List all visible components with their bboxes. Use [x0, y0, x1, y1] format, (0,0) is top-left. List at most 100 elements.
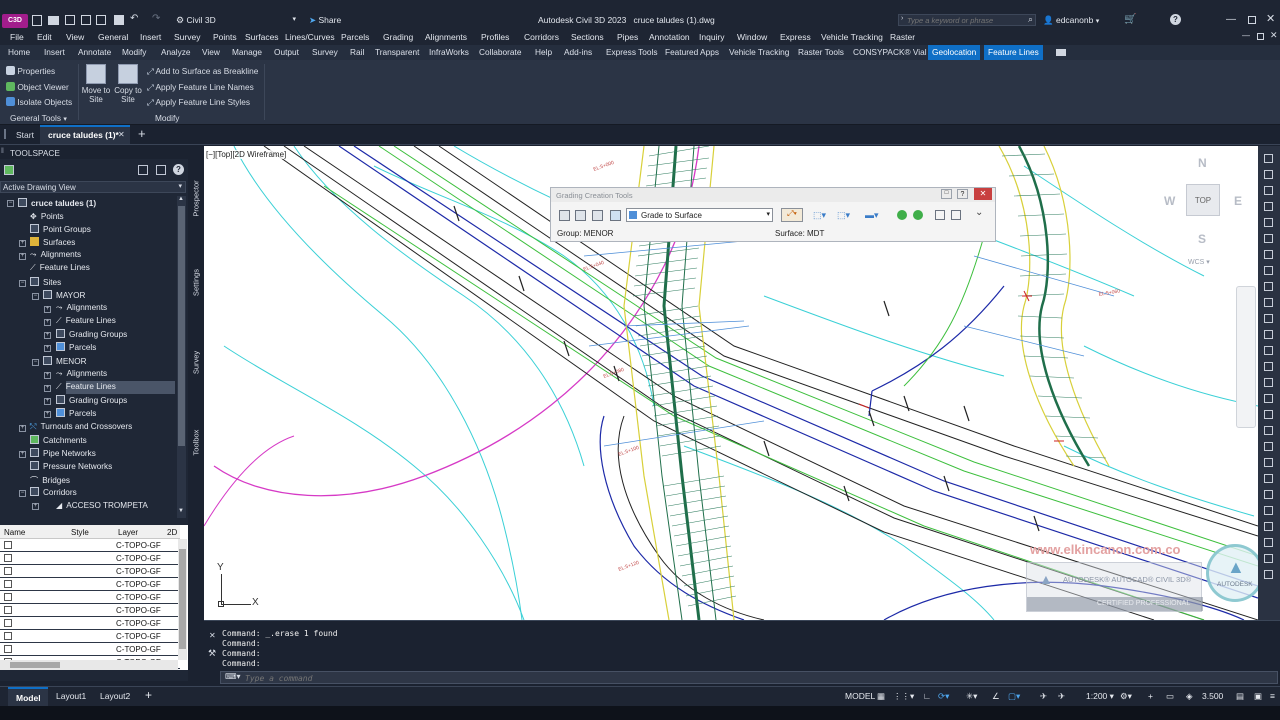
- general-tools-dropdown[interactable]: General Tools ▾: [10, 113, 67, 123]
- fillet-icon[interactable]: [1264, 394, 1273, 403]
- tree-item-menor-parcels[interactable]: Parcels: [56, 408, 96, 418]
- tab-featured-apps[interactable]: Featured Apps: [665, 47, 719, 57]
- create-grading-button[interactable]: ⤢▾: [781, 208, 803, 222]
- grading-volume-icon[interactable]: [935, 210, 945, 220]
- tree-item-feature-lines[interactable]: ⟋ Feature Lines: [30, 263, 90, 273]
- tab-manage[interactable]: Manage: [232, 47, 262, 57]
- workspace-selector[interactable]: ⚙ Civil 3D ▾: [176, 15, 298, 26]
- tab-annotate[interactable]: Annotate: [78, 47, 111, 57]
- trim-icon[interactable]: [1264, 346, 1273, 355]
- scale-icon[interactable]: [1264, 314, 1273, 323]
- hardware-acceleration-icon[interactable]: ◈: [1186, 691, 1193, 702]
- tab-consypack[interactable]: CONSYPACK® Vial: [853, 47, 927, 57]
- close-icon[interactable]: ✕: [1266, 12, 1275, 25]
- menu-insert[interactable]: Insert: [140, 32, 161, 42]
- grid-icon[interactable]: ▦: [877, 691, 885, 702]
- app-logo[interactable]: C3D: [2, 14, 28, 28]
- tab-feature-lines[interactable]: Feature Lines: [984, 45, 1043, 60]
- side-tab-survey[interactable]: Survey: [192, 337, 201, 389]
- polar-icon[interactable]: ⟳▾: [938, 691, 949, 702]
- restore-icon[interactable]: [1248, 16, 1256, 24]
- save-as-icon[interactable]: [81, 15, 91, 25]
- scroll-up-icon[interactable]: ▲: [178, 196, 184, 202]
- item-view-icon[interactable]: [138, 165, 148, 175]
- active-document-tab[interactable]: cruce taludes (1)* ✕: [40, 125, 130, 144]
- command-settings-icon[interactable]: ⚒: [208, 648, 216, 659]
- chamfer-icon[interactable]: [1264, 410, 1273, 419]
- col-style[interactable]: Style: [71, 528, 89, 537]
- menu-lines-curves[interactable]: Lines/Curves: [285, 32, 335, 42]
- grading-criteria-select[interactable]: Grade to Surface ▾: [626, 208, 773, 222]
- menu-annotation[interactable]: Annotation: [649, 32, 690, 42]
- tree-expand-toggle[interactable]: +: [19, 425, 26, 432]
- measure-icon[interactable]: [1264, 506, 1273, 515]
- tree-item-pressure-networks[interactable]: Pressure Networks: [30, 461, 112, 471]
- table-row[interactable]: C-TOPO-GF: [0, 591, 180, 604]
- autoscale-icon[interactable]: ✈: [1058, 691, 1065, 702]
- annotation-scale-select[interactable]: 1:200 ▾: [1086, 691, 1114, 702]
- open-icon[interactable]: [48, 16, 59, 25]
- tab-geolocation[interactable]: Geolocation: [928, 45, 981, 60]
- side-tab-settings[interactable]: Settings: [192, 257, 201, 309]
- tree-expand-toggle[interactable]: +: [44, 372, 51, 379]
- menu-express[interactable]: Express: [780, 32, 811, 42]
- layout-tab-layout1[interactable]: Layout1: [56, 691, 86, 701]
- tree-expand-toggle[interactable]: +: [32, 503, 39, 510]
- tree-item-mayor-grading-groups[interactable]: Grading Groups: [56, 329, 127, 339]
- isolate-objects-button[interactable]: Isolate Objects: [6, 97, 72, 107]
- command-close-icon[interactable]: ✕: [209, 631, 216, 640]
- add-layout-icon[interactable]: +: [145, 688, 152, 702]
- menu-surfaces[interactable]: Surfaces: [245, 32, 279, 42]
- add-to-surface-breakline-button[interactable]: ⤢ Add to Surface as Breakline: [147, 66, 258, 77]
- minimize-icon[interactable]: —: [1226, 14, 1236, 25]
- scroll-thumb[interactable]: [179, 549, 186, 649]
- doc-minimize-icon[interactable]: —: [1242, 31, 1250, 40]
- tree-item-catchments[interactable]: Catchments: [30, 435, 87, 445]
- dimension-icon[interactable]: [1264, 538, 1273, 547]
- tree-item-points[interactable]: ✥ Points: [30, 211, 64, 221]
- rotate-icon[interactable]: [1264, 282, 1273, 291]
- tree-expand-toggle[interactable]: +: [44, 319, 51, 326]
- tree-expand-toggle[interactable]: +: [44, 332, 51, 339]
- tab-express-tools[interactable]: Express Tools: [606, 47, 658, 57]
- draw-line-icon[interactable]: [1264, 154, 1273, 163]
- search-field[interactable]: › ⌕: [898, 14, 1036, 26]
- layout-tab-model[interactable]: Model: [8, 687, 48, 706]
- menu-profiles[interactable]: Profiles: [481, 32, 509, 42]
- tree-item-drawing[interactable]: cruce taludes (1): [18, 198, 96, 208]
- scroll-thumb[interactable]: [10, 662, 60, 668]
- move-to-site-button[interactable]: Move to Site: [81, 64, 111, 104]
- menu-view[interactable]: View: [66, 32, 84, 42]
- tree-expand-toggle[interactable]: +: [44, 385, 51, 392]
- circle-icon[interactable]: [1264, 186, 1273, 195]
- osnap-icon[interactable]: ▢▾: [1008, 691, 1020, 702]
- customize-icon[interactable]: ▤: [1236, 691, 1244, 702]
- text-icon[interactable]: [1264, 522, 1273, 531]
- delete-grading-icon[interactable]: ⬚▾: [837, 210, 850, 221]
- command-prompt-icon[interactable]: ⌨▾: [225, 672, 241, 681]
- workspace-switch-icon[interactable]: ⚙▾: [1120, 691, 1132, 702]
- tree-item-pipe-networks[interactable]: Pipe Networks: [30, 448, 96, 458]
- scroll-down-icon[interactable]: ▼: [178, 508, 184, 514]
- array-icon[interactable]: [1264, 458, 1273, 467]
- layer-icon[interactable]: [1264, 474, 1273, 483]
- tab-rail[interactable]: Rail: [350, 47, 364, 57]
- panel-pin-icon[interactable]: □: [941, 189, 952, 199]
- start-tab[interactable]: Start: [16, 130, 34, 140]
- tree-collapse-toggle[interactable]: −: [7, 200, 14, 207]
- tree-expand-toggle[interactable]: +: [44, 411, 51, 418]
- new-icon[interactable]: [32, 15, 42, 26]
- web-open-icon[interactable]: [96, 15, 106, 25]
- table-row[interactable]: C-TOPO-GF: [0, 578, 180, 591]
- properties-button[interactable]: Properties: [6, 66, 55, 76]
- model-space-toggle[interactable]: MODEL: [845, 691, 875, 701]
- compass-north[interactable]: N: [1198, 156, 1207, 170]
- expand-panel-icon[interactable]: ⌄: [975, 207, 983, 218]
- toolspace-help-icon[interactable]: ?: [173, 164, 184, 175]
- table-row[interactable]: C-TOPO-GF: [0, 630, 180, 643]
- tree-expand-toggle[interactable]: +: [44, 345, 51, 352]
- match-icon[interactable]: [1264, 490, 1273, 499]
- menu-corridors[interactable]: Corridors: [524, 32, 559, 42]
- menu-grading[interactable]: Grading: [383, 32, 413, 42]
- tab-analyze[interactable]: Analyze: [161, 47, 191, 57]
